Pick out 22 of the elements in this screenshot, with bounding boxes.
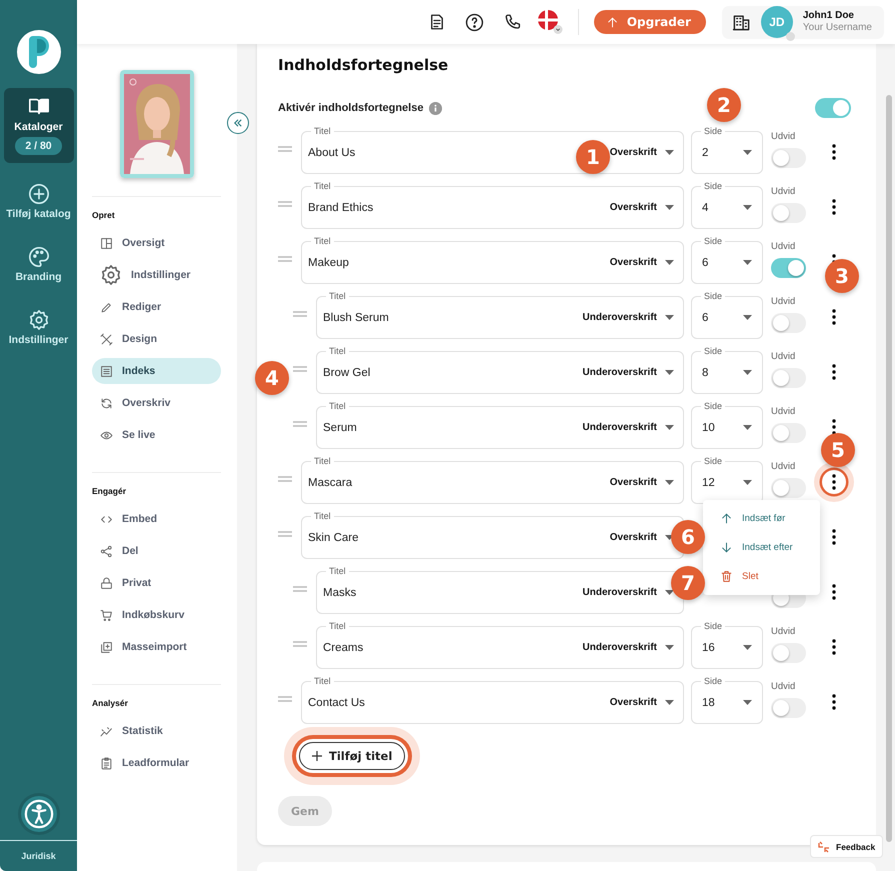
expand-label: Udvid bbox=[771, 406, 796, 418]
section-heading: Opret bbox=[92, 210, 116, 220]
user-name: John1 Doe bbox=[802, 10, 855, 22]
rail-label: Branding bbox=[15, 271, 62, 283]
rail-label: Kataloger bbox=[14, 121, 63, 133]
enable-label: Aktivér indholdsfortegnelse bbox=[278, 102, 424, 114]
username: Your Username bbox=[802, 22, 872, 34]
section-heading: Analysér bbox=[92, 698, 129, 708]
expand-label: Udvid bbox=[771, 131, 796, 143]
expand-label: Udvid bbox=[771, 626, 796, 638]
expand-label: Udvid bbox=[771, 241, 796, 253]
avatar: JD bbox=[760, 6, 793, 38]
expand-label: Udvid bbox=[771, 351, 796, 363]
expand-label: Udvid bbox=[771, 186, 796, 198]
section-heading: Engagér bbox=[92, 486, 128, 496]
expand-label: Udvid bbox=[771, 296, 796, 308]
rail-label: Indstillinger bbox=[8, 334, 68, 346]
expand-label: Udvid bbox=[771, 681, 796, 693]
expand-label: Udvid bbox=[771, 461, 796, 473]
panel-title: Indholdsfortegnelse bbox=[278, 55, 450, 75]
rail-label: Tilføj katalog bbox=[6, 208, 71, 220]
count-badge: 2 / 80 bbox=[15, 137, 62, 155]
